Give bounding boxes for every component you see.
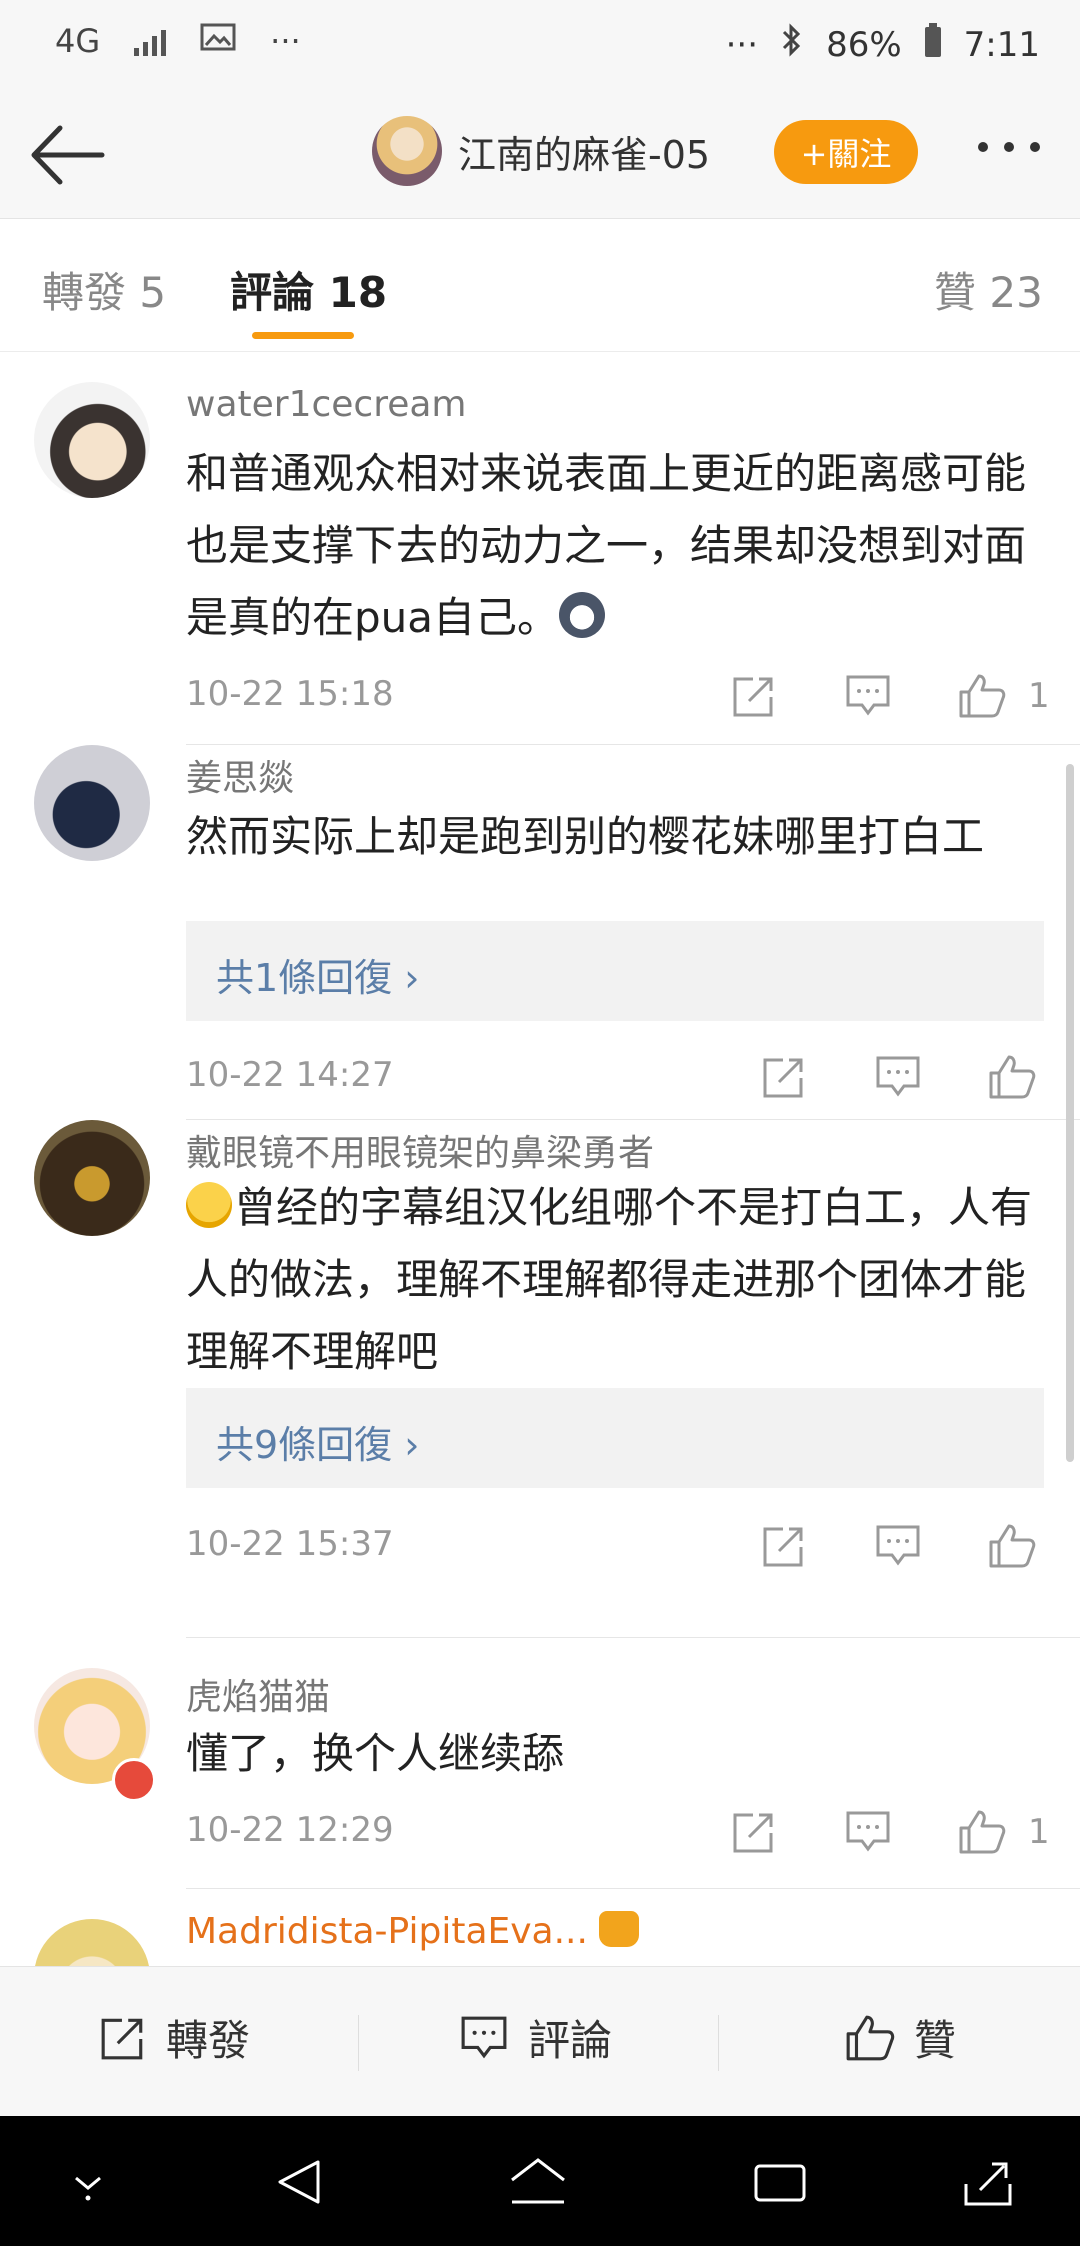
comment-text: 曾经的字幕组汉化组哪个不是打白工，人有人的做法，理解不理解都得走进那个团体才能理… [186, 1172, 1046, 1388]
repost-icon[interactable] [724, 1802, 784, 1862]
avatar[interactable] [34, 1919, 150, 1966]
like-count: 1 [1028, 676, 1050, 716]
author-name[interactable]: 江南的麻雀-05 [458, 124, 710, 179]
chevron-right-icon: › [404, 1423, 420, 1467]
comment-username[interactable]: 姜思燚 [186, 749, 294, 801]
comment-time: 10-22 15:18 [186, 674, 394, 714]
back-button[interactable] [28, 120, 108, 190]
replies-count: 共1條回復 › [216, 947, 419, 1002]
author-avatar[interactable] [372, 116, 442, 186]
comment-username[interactable]: 戴眼镜不用眼镜架的鼻梁勇者 [186, 1124, 654, 1176]
avatar[interactable] [34, 1120, 150, 1236]
hide-keyboard-icon[interactable] [58, 2154, 118, 2210]
system-navigation-bar [0, 2116, 1080, 2246]
bottom-action-bar: 轉發 評論 贊 [0, 1966, 1080, 2117]
comment-label: 評論 [528, 2016, 613, 2065]
comment-username[interactable]: 虎焰猫猫 [186, 1668, 330, 1720]
reply-icon[interactable] [868, 1516, 928, 1576]
repost-icon [101, 2018, 143, 2059]
header: 江南的麻雀-05 +關注 [0, 90, 1080, 219]
comment-list[interactable]: water1cecream 和普通观众相对来说表面上更近的距离感可能也是支撑下去… [0, 352, 1080, 1966]
status-bar: 4G ··· ··· 86% 7:11 [0, 0, 1080, 90]
repost-icon[interactable] [754, 1516, 814, 1576]
comment-time: 10-22 14:27 [186, 1055, 394, 1095]
comment-actions: 1 [724, 1802, 1050, 1862]
husky-emoji-icon [559, 592, 606, 638]
home-nav-icon[interactable] [508, 2154, 568, 2210]
comment-text: 和普通观众相对来说表面上更近的距离感可能也是支撑下去的动力之一，结果却没想到对面… [186, 438, 1046, 654]
vip-username: Madridista-PipitaEva... [186, 1911, 588, 1952]
comment-username[interactable]: water1cecream [186, 384, 467, 425]
comment-text-content: 曾经的字幕组汉化组哪个不是打白工，人有人的做法，理解不理解都得走进那个团体才能理… [186, 1183, 1033, 1376]
more-options-icon[interactable] [978, 142, 1040, 152]
verified-badge-icon [112, 1758, 156, 1802]
back-arrow-icon [31, 125, 105, 185]
like-label: 贊 [914, 2016, 957, 2065]
crown-badge-icon [599, 1911, 640, 1947]
repost-icon[interactable] [724, 666, 784, 726]
comment-text: 懂了，换个人继续舔 [186, 1729, 565, 1778]
battery-icon [924, 23, 942, 66]
more-status-icon-right: ··· [725, 24, 759, 65]
divider [186, 1888, 1080, 1889]
bluetooth-icon [780, 22, 804, 67]
comment-actions: 1 [724, 666, 1050, 726]
reply-icon[interactable] [838, 666, 898, 726]
avatar[interactable] [34, 382, 150, 498]
image-icon [200, 22, 236, 60]
battery-percent: 86% [826, 24, 902, 65]
replies-label: 共1條回復 [216, 956, 393, 1000]
like-icon[interactable] [952, 666, 1012, 726]
comment-icon [461, 2016, 507, 2058]
like-count: 1 [1028, 1812, 1050, 1852]
like-button[interactable]: 贊 [844, 2007, 956, 2068]
comment-time: 10-22 12:29 [186, 1810, 394, 1850]
divider [186, 744, 1080, 745]
comment-text-content: 和普通观众相对来说表面上更近的距离感可能也是支撑下去的动力之一，结果却没想到对面… [186, 449, 1027, 642]
replies-link[interactable]: 共9條回復 › [186, 1388, 1044, 1488]
divider [186, 1119, 1080, 1120]
scrollbar[interactable] [1066, 764, 1074, 1462]
like-icon [846, 2015, 895, 2060]
repost-icon[interactable] [754, 1047, 814, 1107]
repost-label: 轉發 [166, 2016, 251, 2065]
replies-count: 共9條回復 › [216, 1414, 419, 1469]
replies-label: 共9條回復 [216, 1423, 393, 1467]
expand-nav-icon[interactable] [958, 2154, 1018, 2210]
comment-actions [754, 1047, 1042, 1107]
clock: 7:11 [963, 24, 1040, 65]
replies-link[interactable]: 共1條回復 › [186, 921, 1044, 1021]
tab-bar: 轉發 5 評論 18 贊 23 [0, 219, 1080, 352]
comment-time: 10-22 15:37 [186, 1524, 394, 1564]
back-nav-icon[interactable] [272, 2154, 332, 2210]
tab-likes[interactable]: 贊 23 [934, 259, 1043, 320]
like-icon[interactable] [952, 1802, 1012, 1862]
more-status-icon: ··· [270, 22, 301, 60]
network-indicator: 4G [55, 22, 101, 60]
divider [358, 2015, 359, 2071]
divider [186, 1637, 1080, 1638]
comment-button[interactable]: 評論 [458, 2007, 612, 2068]
active-tab-indicator [252, 332, 354, 339]
comment-text: 然而实际上却是跑到别的樱花妹哪里打白工 [186, 812, 985, 861]
mask-face-emoji-icon [186, 1182, 232, 1228]
chevron-right-icon: › [404, 956, 420, 1000]
tab-comments[interactable]: 評論 18 [230, 259, 387, 320]
avatar[interactable] [34, 745, 150, 861]
follow-button[interactable]: +關注 [774, 120, 918, 184]
reply-icon[interactable] [838, 1802, 898, 1862]
recents-nav-icon[interactable] [750, 2154, 810, 2210]
repost-button[interactable]: 轉發 [98, 2007, 250, 2068]
comment-username[interactable]: Madridista-PipitaEva... [186, 1911, 640, 1952]
reply-icon[interactable] [868, 1047, 928, 1107]
tab-reposts[interactable]: 轉發 5 [42, 259, 166, 320]
comment-actions [754, 1516, 1042, 1576]
like-icon[interactable] [982, 1516, 1042, 1576]
signal-icon [134, 26, 167, 56]
divider [718, 2015, 719, 2071]
like-icon[interactable] [982, 1047, 1042, 1107]
